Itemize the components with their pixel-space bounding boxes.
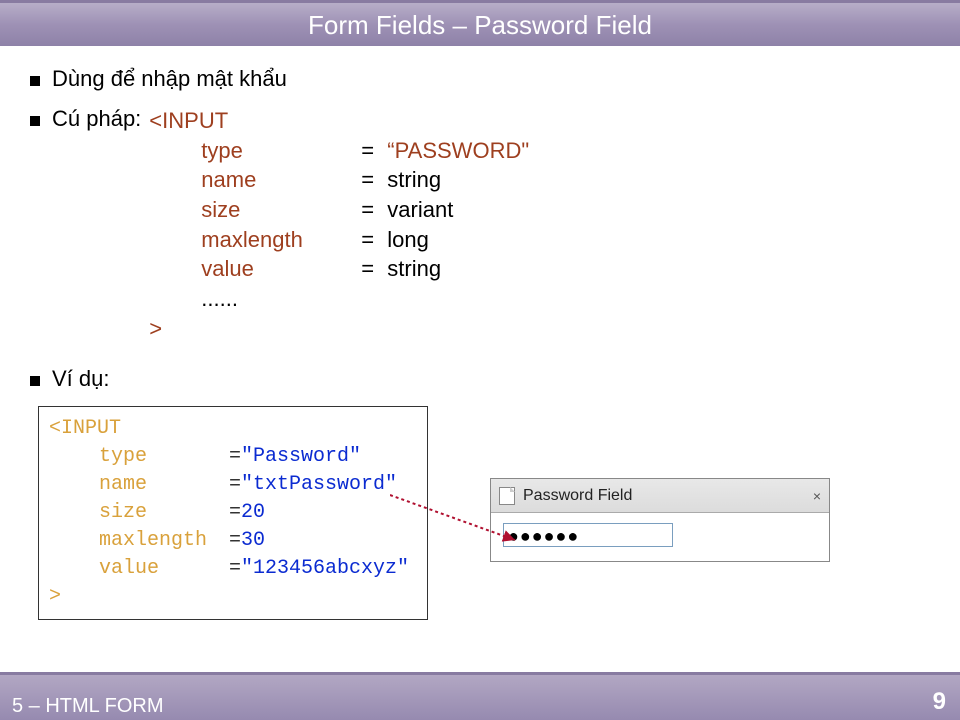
page-icon [499,487,515,505]
example-attr-name: name [99,471,229,499]
syntax-dots: ...... [201,284,238,314]
bullet-marker-icon [30,376,40,386]
close-icon[interactable]: × [813,488,821,504]
syntax-attr-row: size= variant [149,195,529,225]
example-attr-name: size [99,499,229,527]
bullet-example: Ví dụ: [30,366,930,392]
syntax-attr-value: long [387,225,429,255]
example-code-box: <INPUT type= "Password"name= "txtPasswor… [38,406,428,620]
example-attr-row: size= 20 [49,499,417,527]
example-attr-row: value= "123456abcxyz" [49,555,417,583]
example-close-tag: > [49,585,61,608]
example-attr-value: 20 [241,499,265,527]
example-attr-row: type= "Password" [49,443,417,471]
bullet-syntax: Cú pháp: <INPUT type= “PASSWORD"name= st… [30,106,930,344]
footer-section-label: 5 – HTML FORM [12,695,164,718]
bullet-usage-text: Dùng để nhập mật khẩu [52,66,287,92]
syntax-attr-value: string [387,165,441,195]
browser-body: ●●●●●● [491,513,829,561]
bullet-marker-icon [30,76,40,86]
example-attr-name: type [99,443,229,471]
example-attr-name: maxlength [99,527,229,555]
page-number: 9 [933,688,946,716]
example-attr-value: 30 [241,527,265,555]
password-input[interactable]: ●●●●●● [503,523,673,547]
browser-preview: Password Field × ●●●●●● [490,478,830,562]
syntax-attr-name: name [201,165,361,195]
syntax-attr-value: “PASSWORD" [387,136,529,166]
bullet-syntax-label: Cú pháp: [52,106,141,132]
bullet-example-label: Ví dụ: [52,366,109,392]
syntax-attr-row: type= “PASSWORD" [149,136,529,166]
example-attr-value: "txtPassword" [241,471,397,499]
syntax-attr-name: maxlength [201,225,361,255]
example-attr-name: value [99,555,229,583]
bullet-marker-icon [30,116,40,126]
syntax-attr-name: type [201,136,361,166]
syntax-attr-row: maxlength= long [149,225,529,255]
example-attr-row: maxlength= 30 [49,527,417,555]
bullet-usage: Dùng để nhập mật khẩu [30,66,930,92]
syntax-close-tag: > [149,316,162,341]
example-attr-value: "123456abcxyz" [241,555,409,583]
syntax-attr-row: value= string [149,254,529,284]
browser-tab: Password Field × [491,479,829,513]
example-attr-value: "Password" [241,443,361,471]
syntax-attr-name: size [201,195,361,225]
syntax-code-block: <INPUT type= “PASSWORD"name= stringsize=… [141,106,529,344]
slide-title: Form Fields – Password Field [0,0,960,46]
example-open-tag: <INPUT [49,417,121,440]
syntax-attr-value: variant [387,195,453,225]
browser-tab-label: Password Field [523,487,632,505]
slide-footer: 5 – HTML FORM 9 [0,672,960,720]
syntax-attr-value: string [387,254,441,284]
syntax-open-tag: <INPUT [149,108,228,133]
syntax-attr-row: name= string [149,165,529,195]
example-attr-row: name= "txtPassword" [49,471,417,499]
syntax-attr-name: value [201,254,361,284]
